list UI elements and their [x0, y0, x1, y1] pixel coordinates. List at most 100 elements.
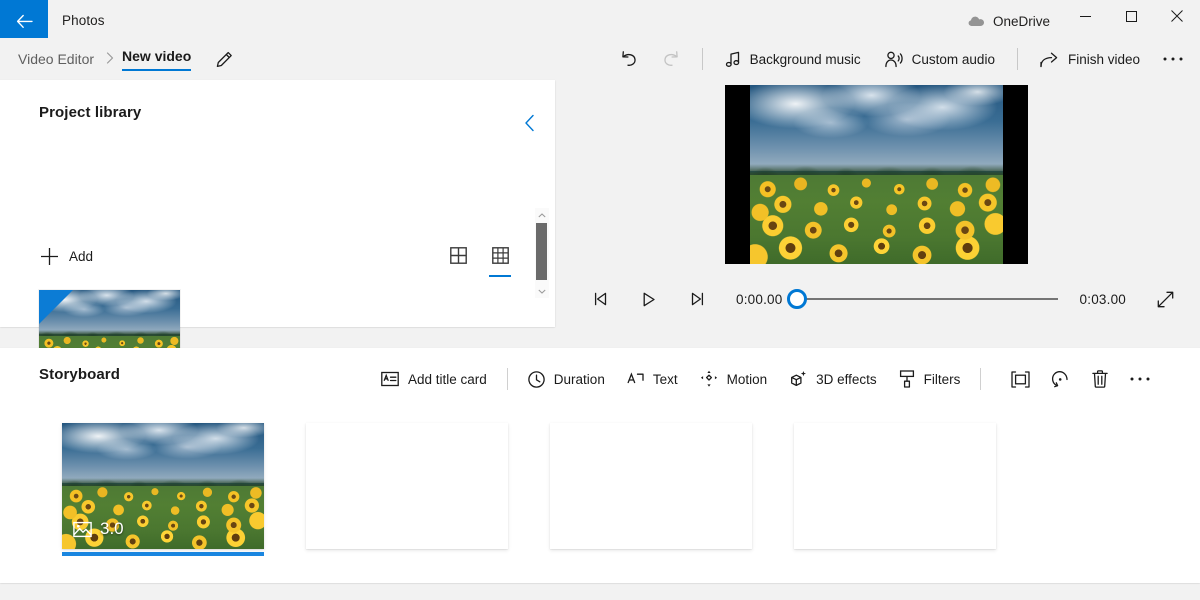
project-library-panel: Project library Add: [0, 80, 555, 327]
rotate-button[interactable]: [1040, 363, 1080, 395]
storyboard-title: Storyboard: [39, 366, 120, 383]
add-media-label: Add: [69, 249, 93, 264]
project-library-title: Project library: [39, 104, 141, 121]
preview-panel: 0:00.00 0:03.00: [560, 80, 1200, 327]
storyboard-empty-slot-1[interactable]: [306, 423, 508, 549]
app-title: Photos: [62, 0, 105, 42]
storyboard-toolbar: Add title card Duration Text: [370, 361, 1160, 397]
storyboard-card-clip-sunflower[interactable]: 3.0: [62, 423, 264, 549]
video-preview-frame[interactable]: [725, 85, 1028, 264]
rename-project-button[interactable]: [211, 46, 237, 72]
minimize-icon: [1080, 11, 1091, 22]
background-music-label: Background music: [750, 52, 861, 67]
maximize-button[interactable]: [1108, 0, 1154, 32]
music-note-icon: [725, 51, 741, 68]
onedrive-label: OneDrive: [993, 14, 1050, 29]
storyboard-empty-slot-3[interactable]: [794, 423, 996, 549]
title-card-icon: [381, 371, 399, 387]
redo-icon: [661, 50, 681, 68]
storyboard-card-duration-label: 3.0: [100, 519, 124, 539]
maximize-icon: [1126, 11, 1137, 22]
previous-frame-icon: [593, 292, 609, 306]
storyboard-card-selected-indicator: [62, 552, 264, 556]
seek-knob[interactable]: [787, 289, 807, 309]
play-icon: [642, 292, 656, 307]
breadcrumb-video-editor[interactable]: Video Editor: [14, 49, 98, 69]
previous-frame-button[interactable]: [584, 284, 618, 314]
view-small-grid-button[interactable]: [485, 240, 515, 270]
fullscreen-button[interactable]: [1148, 284, 1182, 314]
photo-icon: [73, 521, 92, 538]
redo-button[interactable]: [650, 42, 692, 76]
add-title-card-button[interactable]: Add title card: [370, 363, 498, 395]
add-title-card-label: Add title card: [408, 372, 487, 387]
text-label: Text: [653, 372, 678, 387]
play-button[interactable]: [632, 284, 666, 314]
cube-sparkle-icon: [789, 370, 807, 388]
minimize-button[interactable]: [1062, 0, 1108, 32]
scroll-thumb[interactable]: [536, 223, 547, 280]
add-media-button[interactable]: Add: [40, 242, 101, 271]
storyboard-overflow-button[interactable]: [1120, 363, 1160, 395]
pencil-icon: [216, 51, 233, 68]
preview-image: [750, 85, 1003, 264]
plus-icon: [40, 247, 59, 266]
close-icon: [1171, 10, 1183, 22]
filters-label: Filters: [924, 372, 961, 387]
onedrive-status[interactable]: OneDrive: [956, 0, 1062, 42]
storyboard-card-duration: 3.0: [73, 519, 124, 539]
total-time: 0:03.00: [1080, 292, 1126, 307]
ellipsis-icon: [1129, 376, 1151, 382]
seek-track: [796, 298, 1057, 300]
view-large-grid-button[interactable]: [443, 240, 473, 270]
command-separator-2: [1017, 48, 1018, 70]
grid-3x3-icon: [492, 247, 509, 264]
trash-icon: [1092, 370, 1108, 388]
back-button[interactable]: [0, 0, 48, 42]
crop-resize-button[interactable]: [1000, 363, 1040, 395]
storyboard-empty-slot-2[interactable]: [550, 423, 752, 549]
current-time: 0:00.00: [736, 292, 782, 307]
motion-button[interactable]: Motion: [689, 363, 779, 395]
undo-icon: [619, 50, 639, 68]
collapse-library-button[interactable]: [517, 110, 543, 136]
scroll-up-icon[interactable]: [535, 208, 549, 222]
view-selected-indicator: [489, 275, 511, 278]
share-export-icon: [1040, 51, 1059, 68]
finish-video-button[interactable]: Finish video: [1028, 42, 1152, 76]
3d-effects-button[interactable]: 3D effects: [778, 363, 888, 395]
library-scrollbar[interactable]: [535, 208, 549, 298]
duration-button[interactable]: Duration: [517, 363, 616, 395]
chevron-left-icon: [524, 114, 536, 132]
playback-controls: 0:00.00 0:03.00: [560, 278, 1200, 320]
command-bar-actions: Background music Custom audio Fin: [608, 38, 1194, 80]
command-overflow-button[interactable]: [1152, 42, 1194, 76]
text-button[interactable]: Text: [616, 363, 689, 395]
cloud-icon: [968, 15, 985, 27]
storyboard-panel: Storyboard Add title card Duration: [0, 348, 1200, 583]
background-music-button[interactable]: Background music: [713, 42, 873, 76]
storyboard-separator-1: [507, 368, 508, 390]
grid-2x2-icon: [450, 247, 467, 264]
delete-button[interactable]: [1080, 363, 1120, 395]
seek-slider[interactable]: [796, 288, 1057, 310]
duration-label: Duration: [554, 372, 605, 387]
close-button[interactable]: [1154, 0, 1200, 32]
storyboard-separator-2: [980, 368, 981, 390]
next-frame-button[interactable]: [680, 284, 714, 314]
text-box-icon: [627, 371, 644, 387]
rotate-icon: [1051, 370, 1070, 389]
scroll-down-icon[interactable]: [535, 284, 549, 298]
custom-audio-label: Custom audio: [912, 52, 995, 67]
breadcrumb-new-video[interactable]: New video: [122, 48, 191, 71]
undo-button[interactable]: [608, 42, 650, 76]
custom-audio-button[interactable]: Custom audio: [873, 42, 1007, 76]
expand-diagonal-icon: [1157, 291, 1174, 308]
filters-button[interactable]: Filters: [888, 363, 972, 395]
finish-video-label: Finish video: [1068, 52, 1140, 67]
storyboard-card-list: 3.0: [62, 423, 996, 549]
clock-icon: [528, 371, 545, 388]
library-view-toggles: [443, 240, 515, 270]
back-arrow-icon: [16, 14, 33, 29]
motion-label: Motion: [727, 372, 768, 387]
